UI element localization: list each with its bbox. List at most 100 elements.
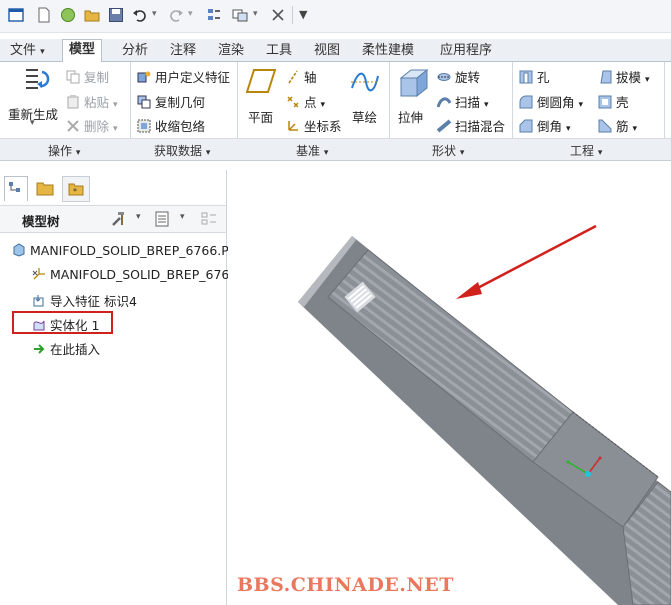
hole-button[interactable]: 孔 [519,67,550,86]
group-shape[interactable]: 形状 ▾ [432,142,464,159]
draft-icon [600,70,612,84]
tree-node-insert-here[interactable]: 在此插入 [32,339,100,358]
chevron-down-icon: ▾ [113,100,118,110]
chamfer-icon [519,119,533,133]
delete-button[interactable]: 删除 ▾ [66,116,118,135]
regenerate-button[interactable]: 重新生成 ▾ [8,66,60,128]
tree-icon [9,182,20,192]
tab-tools[interactable]: 工具 [260,41,298,61]
tab-model-label: 模型 [69,42,96,57]
svg-text:*: * [73,187,77,196]
coordinate-system-button[interactable]: 坐标系 [286,116,342,135]
sweep-icon [437,97,451,108]
sphere-icon[interactable] [60,7,76,23]
tree-node-root-part[interactable]: MANIFOLD_SOLID_BREP_6766.PR [12,243,238,258]
paste-icon [67,95,79,109]
sweep-button[interactable]: 扫描 ▾ [437,92,489,111]
model-3d-view[interactable] [228,162,671,605]
part-icon [13,243,25,257]
copy-button[interactable]: 复制 [66,67,109,86]
toolbar-divider [292,6,293,24]
sweep-label: 扫描 [455,95,481,110]
tree-node-label: MANIFOLD_SOLID_BREP_6766 [50,267,238,282]
settings-tools-icon[interactable] [110,210,128,228]
tab-model[interactable]: 模型 [62,39,103,63]
draft-button[interactable]: 拔模 ▾ [598,67,650,86]
tab-file[interactable]: 文件 ▾ [4,41,51,61]
regenerate-icon[interactable] [206,7,222,23]
new-file-icon[interactable] [36,7,52,23]
tab-render[interactable]: 渲染 [212,41,250,61]
tab-view-label: 视图 [314,43,341,58]
copy-geometry-button[interactable]: 复制几何 [137,92,205,111]
shell-button[interactable]: 壳 [598,92,629,111]
rib-button[interactable]: 筋 ▾ [598,116,637,135]
chevron-down-icon[interactable]: ▾ [136,212,141,222]
chevron-down-icon: ▾ [578,100,584,110]
coordinate-system-label: 坐标系 [304,119,342,134]
tree-node-csys[interactable]: MANIFOLD_SOLID_BREP_6766 [32,267,237,282]
point-icon [287,96,299,108]
undo-icon[interactable] [132,7,148,23]
plane-button[interactable]: 平面 [244,66,280,125]
annotation-arrow-icon [456,224,597,299]
tab-annotate[interactable]: 注释 [164,41,202,61]
coordinate-system-icon [288,121,298,131]
insert-here-icon [34,344,45,354]
tab-flexible-modeling[interactable]: 柔性建模 [356,41,420,61]
group-engineering[interactable]: 工程 ▾ [570,142,602,159]
chamfer-button[interactable]: 倒角 ▾ [519,116,571,135]
round-icon [519,95,533,109]
swept-blend-button[interactable]: 扫描混合 [437,116,505,135]
tab-view[interactable]: 视图 [308,41,346,61]
model-tree-title: 模型树 [22,214,60,229]
axis-label: 轴 [304,70,317,85]
group-operations[interactable]: 操作 ▾ [48,142,80,159]
group-datum[interactable]: 基准 ▾ [296,142,328,159]
shrinkwrap-icon [137,119,151,133]
close-window-icon[interactable] [270,7,286,23]
open-folder-icon[interactable] [84,7,100,23]
window-switch-icon[interactable] [232,7,248,23]
axis-button[interactable]: 轴 [286,67,317,86]
copy-geometry-icon [137,95,151,109]
udf-label: 用户定义特征 [155,70,231,85]
extrude-button[interactable]: 拉伸 [396,66,430,125]
tab-render-label: 渲染 [218,43,245,58]
user-defined-feature-button[interactable]: 用户定义特征 [137,67,230,86]
group-operations-label: 操作 [48,144,73,158]
window-icon[interactable] [8,7,24,23]
tab-applications[interactable]: 应用程序 [434,41,498,61]
show-list-icon[interactable] [154,210,172,228]
redo-dropdown-icon[interactable]: ▾ [188,9,193,19]
round-button[interactable]: 倒圆角 ▾ [519,92,583,111]
chevron-down-icon: ▾ [75,148,81,158]
folder-icon [36,182,54,196]
chevron-down-icon[interactable]: ▾ [180,212,185,222]
tab-favorites[interactable]: * [62,176,90,202]
group-get-data[interactable]: 获取数据 ▾ [154,142,210,159]
point-label: 点 [304,95,317,110]
point-button[interactable]: 点 ▾ [286,92,325,111]
undo-dropdown-icon[interactable]: ▾ [152,9,157,19]
shrinkwrap-button[interactable]: 收缩包络 [137,116,205,135]
tree-node-label: 导入特征 标识4 [50,294,137,309]
tab-file-label: 文件 [10,43,37,58]
save-icon[interactable] [108,7,124,23]
customize-arrow-icon[interactable]: ▼ [299,8,307,21]
tab-model-tree[interactable] [4,176,28,201]
group-engineering-label: 工程 [570,144,595,158]
tab-analysis[interactable]: 分析 [116,41,154,61]
graphics-viewport[interactable] [228,162,671,605]
revolve-button[interactable]: 旋转 [437,67,480,86]
copy-label: 复制 [84,70,110,85]
window-dropdown-icon[interactable]: ▾ [253,9,258,19]
paste-button[interactable]: 粘贴 ▾ [66,92,118,111]
filter-columns-icon[interactable] [200,210,218,228]
extrude-icon [399,68,429,98]
tree-node-solidify[interactable]: 实体化 1 [32,315,99,334]
redo-icon[interactable] [168,7,184,23]
tab-folder-browser[interactable] [32,176,56,200]
sketch-button[interactable]: 草绘 [350,66,380,125]
tree-node-import-feature[interactable]: 导入特征 标识4 [32,291,137,310]
